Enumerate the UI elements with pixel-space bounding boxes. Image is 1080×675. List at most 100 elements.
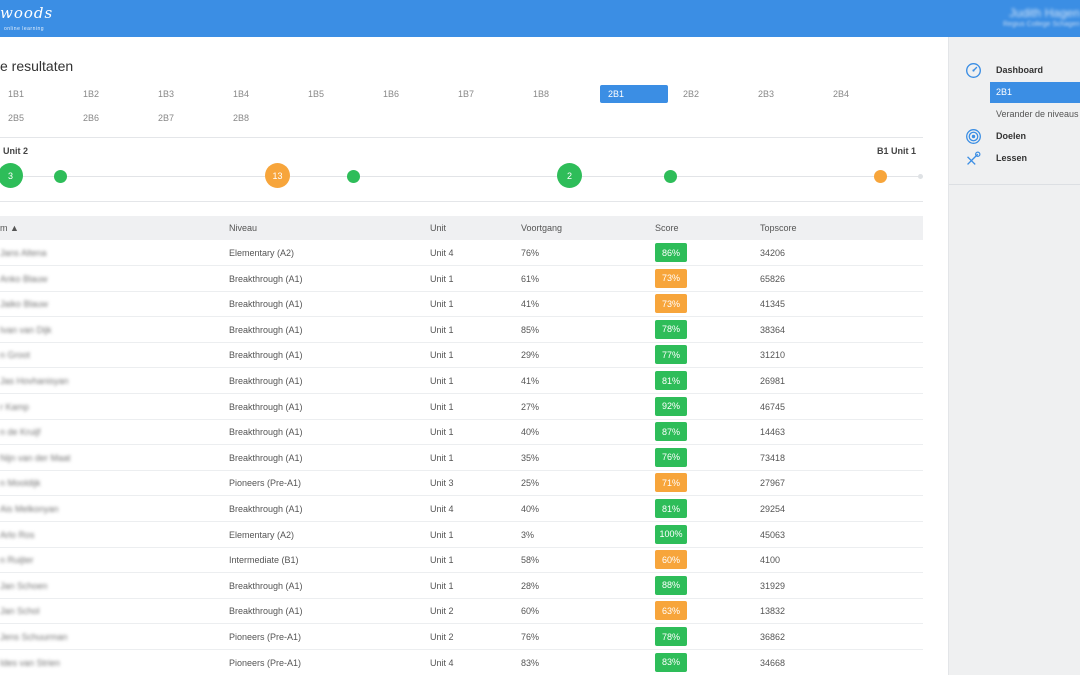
tab-1b3[interactable]: 1B3: [150, 85, 218, 103]
user-name[interactable]: Judith Hagen: [1009, 6, 1080, 20]
timeline-group-dot[interactable]: 2: [557, 163, 582, 188]
logo[interactable]: woods: [0, 4, 53, 22]
unit-cell: Unit 1: [430, 401, 454, 412]
tab-2b6[interactable]: 2B6: [75, 109, 143, 127]
score-badge: 88%: [655, 575, 687, 595]
sidebar-item-goals[interactable]: Doelen: [965, 127, 1026, 145]
tab-1b6[interactable]: 1B6: [375, 85, 443, 103]
table-row[interactable]: Nijn van der Maat Breakthrough (A1) Unit 1…: [0, 445, 923, 471]
table-row[interactable]: Jan Schoen Breakthrough (A1) Unit 1 28% 3192…: [0, 573, 923, 599]
student-name-cell: n Mooldijk: [0, 478, 41, 489]
topscore-cell: 26981: [760, 376, 786, 386]
level-cell: Breakthrough (A1): [229, 401, 303, 412]
timeline-dot[interactable]: [347, 170, 360, 183]
student-name-cell: Anko Blauw: [0, 273, 48, 284]
topscore-cell: 31929: [760, 580, 786, 591]
column-header-score[interactable]: Score: [655, 223, 679, 233]
score-badge: 73%: [655, 268, 687, 288]
sidebar-item-dashboard[interactable]: Dashboard: [965, 61, 1043, 79]
table-row[interactable]: n Groot Breakthrough (A1) Unit 1 29% 31210 77…: [0, 342, 923, 369]
timeline-dot[interactable]: [874, 170, 887, 183]
student-name-cell: Jaiko Blauw: [0, 299, 49, 310]
timeline-track: [0, 176, 923, 177]
unit-cell: Unit 4: [430, 504, 454, 514]
table-row[interactable]: Jans Altena Elementary (A2) Unit 4 76% 34206…: [0, 240, 923, 266]
level-cell: Pioneers (Pre-A1): [229, 478, 302, 489]
progress-cell: 58%: [521, 555, 540, 566]
sidebar: Dashboard 2B1 Verander de niveaus Doelen…: [948, 37, 1080, 675]
tab-1b2[interactable]: 1B2: [75, 85, 143, 103]
progress-cell: 76%: [521, 248, 540, 258]
unit-cell: Unit 3: [430, 478, 454, 489]
student-name-cell: n Ruijter: [0, 555, 34, 566]
tab-2b7[interactable]: 2B7: [150, 109, 218, 127]
student-name-cell: Jens Schuurman: [0, 632, 68, 642]
tab-2b8[interactable]: 2B8: [225, 109, 293, 127]
sidebar-item-change-levels[interactable]: Verander de niveaus: [996, 109, 1079, 119]
tab-1b4[interactable]: 1B4: [225, 85, 293, 103]
unit-cell: Unit 4: [430, 248, 454, 258]
tab-2b4[interactable]: 2B4: [825, 85, 893, 103]
unit-cell: Unit 1: [430, 427, 454, 438]
score-badge: 77%: [655, 345, 687, 365]
timeline-group-dot[interactable]: 13: [265, 163, 290, 188]
table-row[interactable]: r Kamp Breakthrough (A1) Unit 1 27% 46745 92%: [0, 394, 923, 420]
score-badge: 87%: [655, 422, 687, 442]
column-header-name[interactable]: m ▲: [0, 223, 19, 233]
table-row[interactable]: Jas Hovhanisyan Breakthrough (A1) Unit 1 41…: [0, 368, 923, 394]
table-row[interactable]: Jens Schuurman Pioneers (Pre-A1) Unit 2 76%…: [0, 624, 923, 650]
tab-2b5[interactable]: 2B5: [0, 109, 68, 127]
column-header-topscore[interactable]: Topscore: [760, 223, 797, 233]
timeline-dot[interactable]: [54, 170, 67, 183]
topscore-cell: 46745: [760, 401, 786, 412]
column-header-unit[interactable]: Unit: [430, 223, 446, 233]
table-row[interactable]: Jan Schol Breakthrough (A1) Unit 2 60% 13832…: [0, 598, 923, 625]
tab-2b1[interactable]: 2B1: [600, 85, 668, 103]
unit-cell: Unit 1: [430, 529, 454, 540]
timeline-dot[interactable]: [664, 170, 677, 183]
progress-cell: 41%: [521, 376, 540, 386]
table-row[interactable]: Anko Blauw Breakthrough (A1) Unit 1 61% 6582…: [0, 266, 923, 292]
tab-2b2[interactable]: 2B2: [675, 85, 743, 103]
score-badge: 76%: [655, 447, 687, 467]
level-cell: Breakthrough (A1): [229, 324, 303, 335]
table-row[interactable]: n de Kruijf Breakthrough (A1) Unit 1 40% 144…: [0, 419, 923, 446]
student-name-cell: n Groot: [0, 350, 31, 361]
table-row[interactable]: Jaiko Blauw Breakthrough (A1) Unit 1 41% 413…: [0, 291, 923, 318]
level-cell: Elementary (A2): [229, 248, 295, 258]
tab-1b5[interactable]: 1B5: [300, 85, 368, 103]
column-header-progress[interactable]: Voortgang: [521, 223, 562, 233]
unit-cell: Unit 4: [430, 657, 454, 668]
level-cell: Breakthrough (A1): [229, 273, 303, 284]
table-row[interactable]: Ivan van Dijk Breakthrough (A1) Unit 1 85% 3…: [0, 317, 923, 343]
sidebar-item-level-2b1[interactable]: 2B1: [990, 82, 1080, 103]
table-row[interactable]: Ides van Strien Pioneers (Pre-A1) Unit 4 83…: [0, 650, 923, 675]
student-name-cell: n de Kruijf: [0, 427, 41, 438]
progress-cell: 27%: [521, 401, 540, 412]
topscore-cell: 4100: [760, 555, 781, 566]
timeline-group-dot[interactable]: 3: [0, 163, 23, 188]
column-header-level[interactable]: Niveau: [229, 223, 257, 233]
tab-2b3[interactable]: 2B3: [750, 85, 818, 103]
score-badge: 63%: [655, 601, 687, 621]
tab-1b1[interactable]: 1B1: [0, 85, 68, 103]
divider: [0, 137, 923, 138]
divider: [0, 201, 923, 202]
progress-cell: 29%: [521, 350, 540, 361]
sidebar-divider: [949, 184, 1080, 185]
topscore-cell: 41345: [760, 299, 786, 310]
table-row[interactable]: Ais Melkonyan Breakthrough (A1) Unit 4 40% 2…: [0, 496, 923, 522]
topscore-cell: 34668: [760, 657, 786, 668]
table-row[interactable]: n Mooldijk Pioneers (Pre-A1) Unit 3 25% 2796…: [0, 470, 923, 497]
level-cell: Pioneers (Pre-A1): [229, 657, 302, 668]
progress-cell: 40%: [521, 504, 540, 514]
level-cell: Breakthrough (A1): [229, 504, 303, 514]
unit-cell: Unit 1: [430, 452, 454, 463]
table-row[interactable]: Arlo Ros Elementary (A2) Unit 1 3% 45063 100%: [0, 522, 923, 548]
tab-1b7[interactable]: 1B7: [450, 85, 518, 103]
tab-1b8[interactable]: 1B8: [525, 85, 593, 103]
sidebar-item-lessons[interactable]: Lessen: [965, 149, 1027, 167]
table-row[interactable]: n Ruijter Intermediate (B1) Unit 1 58% 4100 6…: [0, 547, 923, 574]
student-name-cell: Jans Altena: [0, 248, 47, 258]
unit-cell: Unit 1: [430, 273, 454, 284]
